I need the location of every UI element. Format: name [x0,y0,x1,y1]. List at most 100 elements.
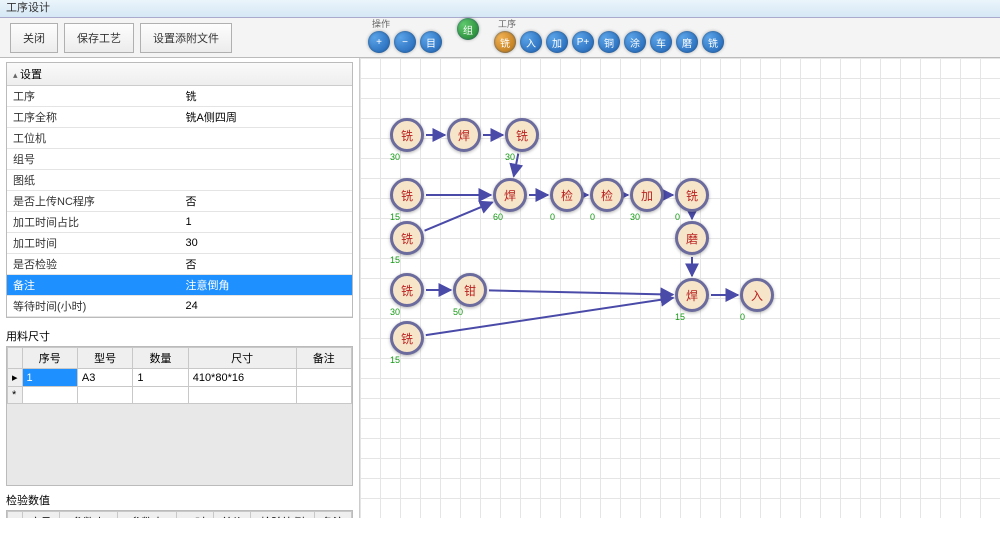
settings-row[interactable]: 组号 [7,149,352,170]
settings-table[interactable]: 工序铣工序全称铣A侧四周工位机组号图纸是否上传NC程序否加工时间占比1加工时间3… [7,86,352,317]
table-row[interactable]: ▸1A31410*80*16 [8,369,352,387]
column-header[interactable]: 型号 [77,348,132,369]
graph-node-n10[interactable]: 铣 [390,221,424,255]
prop-key: 加工时间占比 [7,212,180,233]
graph-node-n1[interactable]: 铣 [390,118,424,152]
graph-node-n2[interactable]: 焊 [447,118,481,152]
diagram-canvas[interactable]: 铣30焊铣30铣15焊60检0检0加30铣0铣15磨铣30钳50焊15入0铣15 [360,58,1000,518]
settings-row[interactable]: 是否上传NC程序否 [7,191,352,212]
graph-node-label: 0 [675,212,680,222]
column-header[interactable]: 数量 [133,348,188,369]
settings-row[interactable]: 备注注意倒角 [7,275,352,296]
graph-node-label: 15 [390,355,400,365]
node-tool-ops-row-0[interactable]: + [368,31,390,53]
node-tool-gx-4[interactable]: 铜 [598,31,620,53]
table-cell[interactable] [188,387,296,404]
node-tool-gx-1[interactable]: 入 [520,31,542,53]
set-attachment-button[interactable]: 设置添附文件 [140,23,232,53]
prop-value[interactable]: 24 [180,296,353,317]
table-cell[interactable]: 1 [22,369,77,387]
node-tool-gx-7[interactable]: 磨 [676,31,698,53]
material-panel: 用料尺寸 序号型号数量尺寸备注▸1A31410*80*16* [6,326,353,486]
material-table[interactable]: 序号型号数量尺寸备注▸1A31410*80*16* [7,347,352,404]
prop-value[interactable]: 铣 [180,86,353,107]
prop-value[interactable]: 否 [180,254,353,275]
graph-node-n14[interactable]: 焊 [675,278,709,312]
graph-node-n6[interactable]: 检 [550,178,584,212]
column-header[interactable]: 备注 [314,512,351,519]
settings-row[interactable]: 加工时间占比1 [7,212,352,233]
prop-key: 加工时间 [7,233,180,254]
settings-row[interactable]: 是否检验否 [7,254,352,275]
row-header-cell[interactable]: ▸ [8,369,23,387]
graph-node-n15[interactable]: 入 [740,278,774,312]
node-tool-ops-row-1[interactable]: − [394,31,416,53]
save-process-button[interactable]: 保存工艺 [64,23,134,53]
prop-key: 工序全称 [7,107,180,128]
graph-node-n7[interactable]: 检 [590,178,624,212]
node-tool-gx-3[interactable]: P+ [572,31,594,53]
table-cell[interactable]: 410*80*16 [188,369,296,387]
prop-value[interactable] [180,149,353,170]
group-label: 工序 [494,17,724,30]
prop-value[interactable]: 1 [180,212,353,233]
settings-row[interactable]: 工序全称铣A侧四周 [7,107,352,128]
column-header[interactable]: 序号 [22,348,77,369]
graph-node-label: 30 [630,212,640,222]
graph-node-n8[interactable]: 加 [630,178,664,212]
inspect-table[interactable]: 序号参数小参数大工时单价检验比例备注▸1320.100320.200100* [7,511,352,518]
window-title: 工序设计 [6,2,50,14]
graph-node-label: 30 [505,152,515,162]
column-header[interactable]: 参数大 [118,512,177,519]
prop-value[interactable] [180,170,353,191]
material-title: 用料尺寸 [6,326,353,346]
graph-node-label: 50 [453,307,463,317]
graph-node-label: 30 [390,152,400,162]
prop-value[interactable]: 铣A侧四周 [180,107,353,128]
graph-node-n12[interactable]: 铣 [390,273,424,307]
inspect-panel: 检验数值 序号参数小参数大工时单价检验比例备注▸1320.100320.2001… [6,490,353,518]
table-cell[interactable]: A3 [77,369,132,387]
table-cell[interactable] [133,387,188,404]
table-cell[interactable] [22,387,77,404]
column-header[interactable]: 工时 [176,512,213,519]
prop-value[interactable]: 30 [180,233,353,254]
close-button[interactable]: 关闭 [10,23,58,53]
new-row-cell[interactable]: * [8,387,23,404]
prop-value[interactable]: 注意倒角 [180,275,353,296]
node-tool-gx-0[interactable]: 铣 [494,31,516,53]
graph-node-n13[interactable]: 钳 [453,273,487,307]
table-cell[interactable] [77,387,132,404]
settings-row[interactable]: 工序铣 [7,86,352,107]
graph-node-n16[interactable]: 铣 [390,321,424,355]
graph-node-n5[interactable]: 焊 [493,178,527,212]
node-tool-gx-2[interactable]: 加 [546,31,568,53]
column-header[interactable]: 序号 [22,512,59,519]
settings-row[interactable]: 图纸 [7,170,352,191]
prop-key: 是否上传NC程序 [7,191,180,212]
toolbar: 关闭 保存工艺 设置添附文件 操作 +−目 组 工序 铣入加P+铜涂车磨铣 [0,18,1000,58]
prop-value[interactable] [180,128,353,149]
graph-node-n11[interactable]: 磨 [675,221,709,255]
table-cell[interactable] [296,387,351,404]
column-header[interactable]: 检验比例 [251,512,315,519]
table-cell[interactable]: 1 [133,369,188,387]
column-header[interactable]: 尺寸 [188,348,296,369]
prop-value[interactable]: 否 [180,191,353,212]
table-cell[interactable] [296,369,351,387]
node-tool-gx-8[interactable]: 铣 [702,31,724,53]
graph-node-n4[interactable]: 铣 [390,178,424,212]
settings-row[interactable]: 加工时间30 [7,233,352,254]
column-header[interactable]: 单价 [213,512,250,519]
toolbar-group-gx: 工序 铣入加P+铜涂车磨铣 [494,17,724,53]
column-header[interactable]: 参数小 [59,512,118,519]
column-header[interactable]: 备注 [296,348,351,369]
node-tool-gx-5[interactable]: 涂 [624,31,646,53]
graph-node-n3[interactable]: 铣 [505,118,539,152]
node-tool-comp-row-0[interactable]: 组 [457,18,479,40]
graph-node-n9[interactable]: 铣 [675,178,709,212]
node-tool-ops-row-2[interactable]: 目 [420,31,442,53]
settings-row[interactable]: 工位机 [7,128,352,149]
settings-row[interactable]: 等待时间(小时)24 [7,296,352,317]
node-tool-gx-6[interactable]: 车 [650,31,672,53]
